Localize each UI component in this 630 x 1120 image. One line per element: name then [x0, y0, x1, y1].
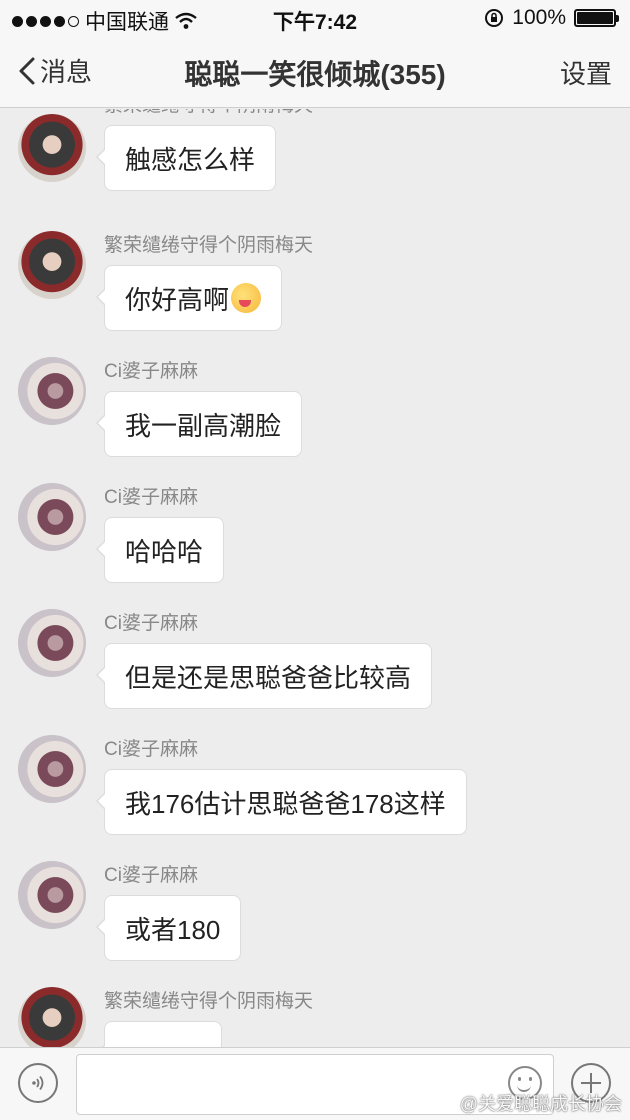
battery-percent: 100%: [512, 6, 566, 29]
avatar[interactable]: [18, 231, 86, 299]
settings-button[interactable]: 设置: [560, 54, 612, 91]
message-bubble[interactable]: 哈哈哈: [95, 517, 225, 583]
avatar[interactable]: [18, 735, 86, 803]
sender-name: 繁荣缱绻守得个阴雨梅天: [104, 109, 313, 117]
message-text: 我176估计思聪爸爸178这样: [125, 788, 446, 819]
message-bubble[interactable]: 我一副高潮脸: [95, 391, 303, 457]
message-list[interactable]: 繁荣缱绻守得个阴雨梅天 触感怎么样 繁荣缱绻守得个阴雨梅天 你好高啊 Ci婆子麻…: [0, 109, 630, 1047]
sender-name: Ci婆子麻麻: [104, 613, 198, 634]
message-bubble[interactable]: 我176估计思聪爸爸178这样: [96, 769, 467, 835]
sender-name: 繁荣缱绻守得个阴雨梅天: [104, 235, 314, 256]
message-text: 但是还是思聪爸爸比较高: [125, 662, 412, 693]
sender-name: 繁荣缱绻守得个阴雨梅天: [104, 991, 314, 1012]
sender-name: Ci婆子麻麻: [104, 739, 198, 760]
sender-name: Ci婆子麻麻: [104, 361, 198, 382]
voice-icon: [32, 1075, 44, 1091]
input-bar: @关爱聪聪成长协会: [0, 1047, 630, 1120]
message-text: 我一副高潮脸: [125, 410, 282, 441]
message-bubble[interactable]: 或者180: [95, 895, 242, 961]
sender-name: Ci婆子麻麻: [104, 865, 198, 886]
avatar[interactable]: [18, 483, 86, 551]
nav-bar: 消息 聪聪一笑很倾城(355) 设置: [0, 36, 630, 108]
status-right: 100%: [484, 6, 619, 30]
message-bubble[interactable]: 你好高啊: [95, 265, 283, 331]
message-bubble[interactable]: 触感怎么样: [95, 125, 277, 191]
watermark: @关爱聪聪成长协会: [459, 1094, 622, 1114]
blushing-face-icon: [231, 283, 262, 313]
battery-icon: [574, 9, 619, 27]
rotation-lock-icon: [485, 9, 504, 27]
message-text: 哈哈哈: [125, 536, 204, 567]
message-text: 触感怎么样: [125, 144, 256, 175]
avatar[interactable]: [18, 114, 86, 182]
voice-button[interactable]: [18, 1063, 58, 1103]
status-bar: 中国联通 下午7:42 100%: [0, 0, 630, 36]
battery-fill: [577, 12, 613, 24]
avatar[interactable]: [18, 609, 86, 677]
message-text: 或者180: [125, 914, 221, 945]
message-text: 你好高啊: [125, 284, 230, 315]
chat-title: 聪聪一笑很倾城(355): [184, 59, 446, 90]
avatar[interactable]: [18, 861, 86, 929]
sender-name: Ci婆子麻麻: [104, 487, 198, 508]
avatar[interactable]: [18, 357, 86, 425]
message-bubble[interactable]: [96, 1021, 222, 1047]
avatar[interactable]: [18, 987, 86, 1047]
message-bubble[interactable]: 但是还是思聪爸爸比较高: [95, 643, 433, 709]
